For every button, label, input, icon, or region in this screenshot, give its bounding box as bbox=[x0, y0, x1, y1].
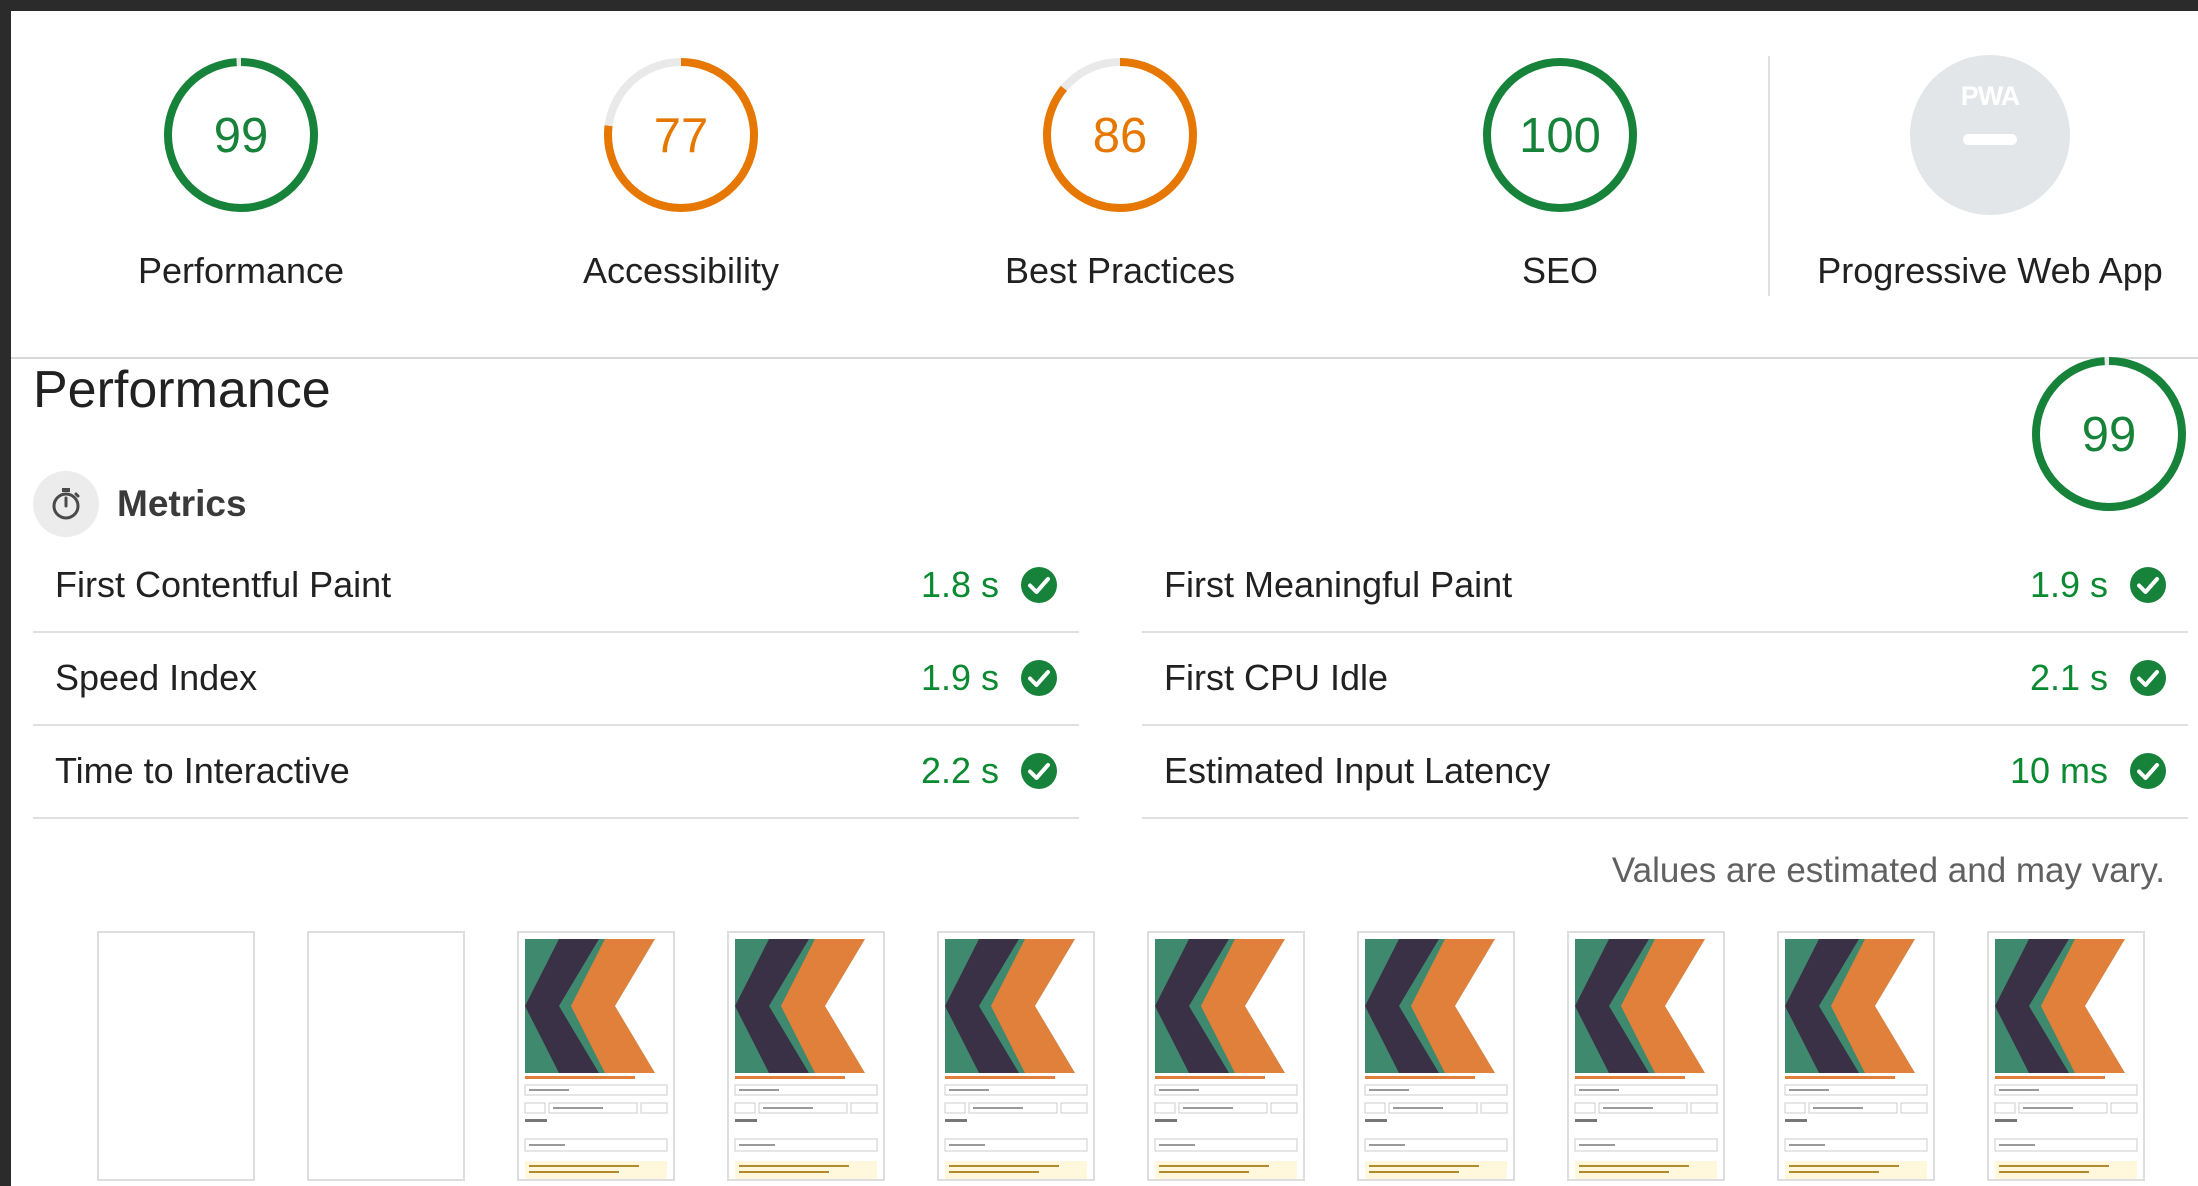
metric-value: 10 ms bbox=[2009, 750, 2108, 791]
metric-value: 1.8 s bbox=[920, 564, 999, 605]
page-thumbnail bbox=[734, 939, 878, 1179]
filmstrip-frame bbox=[937, 931, 1095, 1181]
metric-value: 2.1 s bbox=[2029, 657, 2108, 698]
gauge-score: 77 bbox=[654, 109, 709, 163]
stopwatch-icon bbox=[33, 471, 99, 537]
metric-label: Estimated Input Latency bbox=[1164, 750, 1551, 791]
metrics-title: Metrics bbox=[117, 483, 247, 524]
gauge-ring: 77 bbox=[604, 58, 758, 212]
performance-score-gauge: 99 bbox=[2032, 357, 2186, 511]
summary-gauges: 99 Performance 77 Accessibility 86 Best … bbox=[11, 11, 2198, 359]
page-thumbnail bbox=[1574, 939, 1718, 1179]
gauge-label: Performance bbox=[137, 250, 345, 291]
gauge-label: SEO bbox=[1521, 250, 1599, 291]
gauge-label: Best Practices bbox=[1004, 250, 1236, 291]
gauge-seo[interactable]: 100 SEO bbox=[1340, 55, 1780, 315]
page-thumbnail bbox=[944, 939, 1088, 1179]
page-thumbnail bbox=[524, 939, 668, 1179]
metric-first-cpu-idle: First CPU Idle 2.1 s bbox=[1142, 631, 2188, 726]
metric-value: 1.9 s bbox=[2029, 564, 2108, 605]
metric-first-meaningful-paint: First Meaningful Paint 1.9 s bbox=[1142, 538, 2188, 633]
metric-time-to-interactive: Time to Interactive 2.2 s bbox=[33, 724, 1079, 819]
metric-label: First Meaningful Paint bbox=[1164, 564, 1513, 605]
metric-label: Time to Interactive bbox=[55, 750, 350, 791]
metric-value: 1.9 s bbox=[920, 657, 999, 698]
gauge-ring: 86 bbox=[1043, 58, 1197, 212]
gauge-score: 99 bbox=[214, 109, 269, 163]
gauge-label: Accessibility bbox=[582, 250, 780, 291]
filmstrip-frame bbox=[1567, 931, 1725, 1181]
metric-speed-index: Speed Index 1.9 s bbox=[33, 631, 1079, 726]
gauge-accessibility[interactable]: 77 Accessibility bbox=[461, 55, 901, 315]
gauge-performance[interactable]: 99 Performance bbox=[21, 55, 461, 315]
filmstrip-frame bbox=[307, 931, 465, 1181]
performance-score: 99 bbox=[2082, 408, 2137, 462]
gauge-score: 86 bbox=[1093, 109, 1148, 163]
pass-check-icon bbox=[2130, 753, 2166, 789]
pass-check-icon bbox=[1021, 567, 1057, 603]
metric-label: First CPU Idle bbox=[1164, 657, 1389, 698]
gauge-pwa[interactable]: PWA Progressive Web App bbox=[1770, 55, 2198, 315]
pass-check-icon bbox=[1021, 753, 1057, 789]
pass-check-icon bbox=[2130, 660, 2166, 696]
metric-first-contentful-paint: First Contentful Paint 1.8 s bbox=[33, 538, 1079, 633]
pass-check-icon bbox=[2130, 567, 2166, 603]
gauge-best-practices[interactable]: 86 Best Practices bbox=[900, 55, 1340, 315]
filmstrip-frame bbox=[1777, 931, 1935, 1181]
gauge-ring: 99 bbox=[164, 58, 318, 212]
metric-value: 2.2 s bbox=[920, 750, 999, 791]
report-page: 99 Performance 77 Accessibility 86 Best … bbox=[11, 11, 2198, 1186]
performance-section-title: Performance bbox=[33, 361, 331, 419]
page-thumbnail bbox=[1364, 939, 1508, 1179]
gauge-score: 100 bbox=[1519, 109, 1601, 163]
pwa-badge-text: PWA bbox=[1961, 81, 2020, 111]
page-thumbnail bbox=[1154, 939, 1298, 1179]
metric-estimated-input-latency: Estimated Input Latency 10 ms bbox=[1142, 724, 2188, 819]
filmstrip bbox=[11, 919, 2198, 1186]
filmstrip-frame bbox=[727, 931, 885, 1181]
filmstrip-frame bbox=[1987, 931, 2145, 1181]
metrics-header[interactable]: Metrics bbox=[33, 471, 247, 537]
metric-label: First Contentful Paint bbox=[55, 564, 392, 605]
metric-label: Speed Index bbox=[55, 657, 258, 698]
filmstrip-frame bbox=[517, 931, 675, 1181]
pwa-badge-icon: PWA bbox=[1910, 55, 2070, 215]
gauge-ring: 100 bbox=[1483, 58, 1637, 212]
filmstrip-frame bbox=[97, 931, 255, 1181]
estimate-disclaimer: Values are estimated and may vary. bbox=[1611, 851, 2165, 890]
gauge-label: Progressive Web App bbox=[1817, 250, 2163, 291]
filmstrip-frame bbox=[1357, 931, 1515, 1181]
pass-check-icon bbox=[1021, 660, 1057, 696]
page-thumbnail bbox=[1784, 939, 1928, 1179]
page-thumbnail bbox=[1994, 939, 2138, 1179]
filmstrip-frame bbox=[1147, 931, 1305, 1181]
